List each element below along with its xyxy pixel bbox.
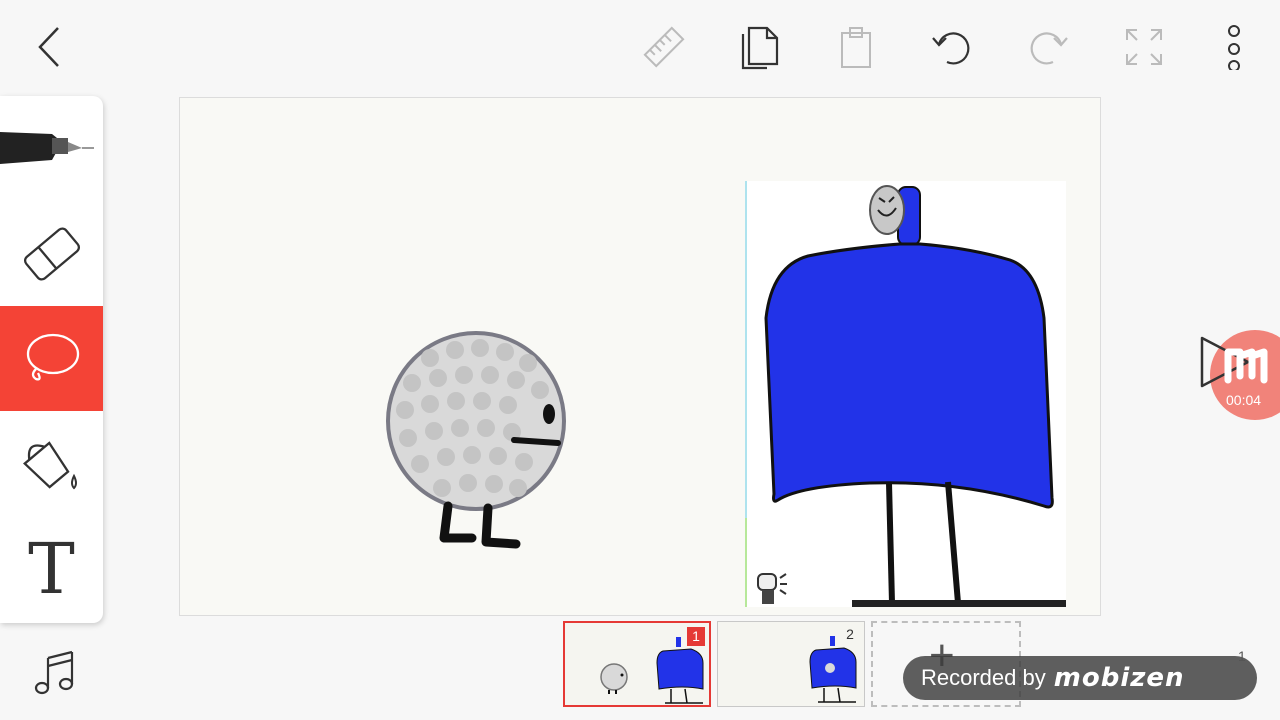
frame-thumbnail-1[interactable]: 1 <box>563 621 711 707</box>
lasso-tool[interactable] <box>0 306 103 411</box>
eraser-icon <box>23 226 80 281</box>
pasted-image-blue-character <box>745 181 1066 607</box>
ruler-icon[interactable] <box>639 22 689 72</box>
pen-icon <box>0 132 94 164</box>
tool-panel: T <box>0 96 103 623</box>
copy-icon[interactable] <box>735 22 785 72</box>
redo-icon[interactable] <box>1023 22 1073 72</box>
fullscreen-icon[interactable] <box>1119 22 1169 72</box>
mobizen-logo-icon <box>1222 342 1280 386</box>
frame-number: 1 <box>687 627 705 646</box>
eraser-tool[interactable] <box>0 201 103 306</box>
text-tool[interactable]: T <box>0 516 103 621</box>
frame-thumbnail-2[interactable]: 2 <box>717 621 865 707</box>
drawing-canvas[interactable] <box>179 97 1101 616</box>
back-arrow-icon[interactable] <box>24 22 74 72</box>
animation-editor: T 00:04 1 2 Recorded by mobizen 1 <box>0 0 1280 720</box>
recorder-time: 00:04 <box>1226 392 1262 408</box>
paste-icon[interactable] <box>831 22 881 72</box>
text-icon: T <box>28 527 75 610</box>
more-vertical-icon[interactable] <box>1207 22 1257 72</box>
recorder-watermark: Recorded by mobizen <box>903 656 1257 700</box>
golf-ball-character <box>386 331 566 549</box>
undo-icon[interactable] <box>927 22 977 72</box>
paint-bucket-icon <box>22 440 77 489</box>
frame-number: 2 <box>846 626 854 642</box>
corner-number: 1 <box>1238 648 1246 664</box>
music-note-icon[interactable] <box>30 646 82 698</box>
lasso-icon <box>26 333 79 381</box>
watermark-brand: mobizen <box>1053 663 1185 693</box>
pen-tool[interactable] <box>0 96 103 201</box>
watermark-prefix: Recorded by <box>921 665 1046 690</box>
fill-tool[interactable] <box>0 411 103 516</box>
